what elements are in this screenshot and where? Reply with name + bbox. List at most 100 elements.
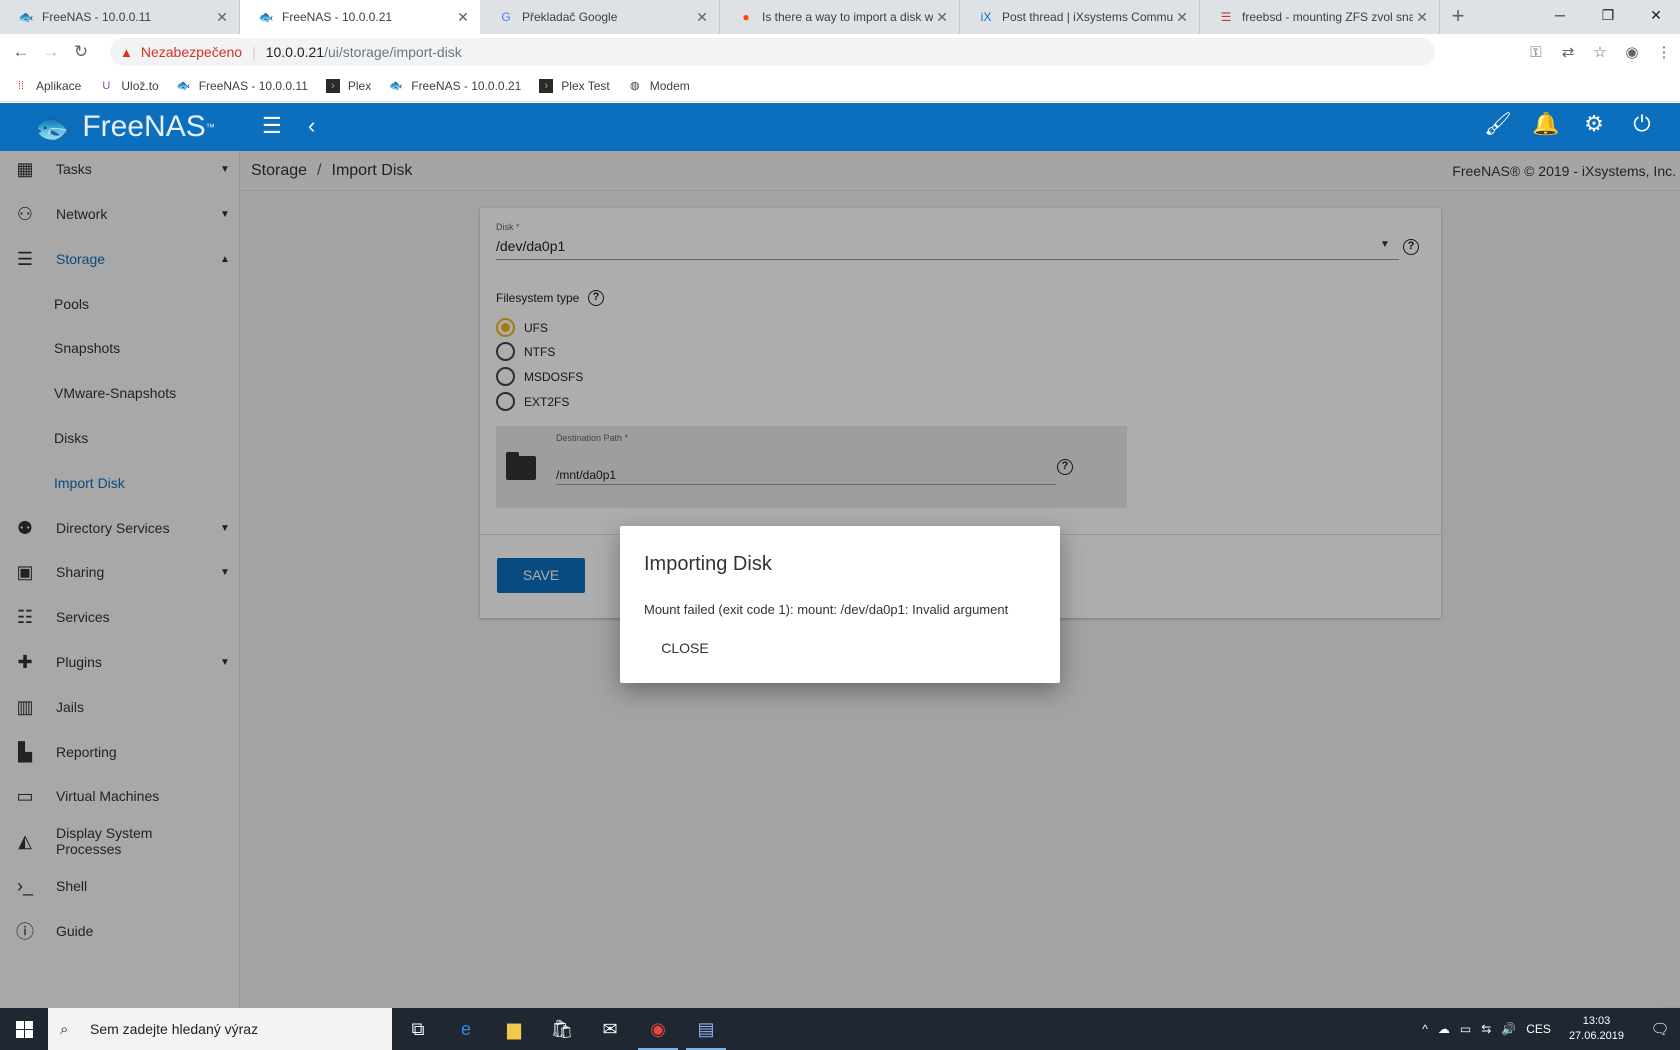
task-view-icon[interactable]: ⧉ xyxy=(394,1008,442,1050)
edge-icon[interactable]: e xyxy=(442,1008,490,1050)
close-button[interactable]: CLOSE xyxy=(644,630,726,666)
taskbar-search[interactable]: ⌕ Sem zadejte hledaný výraz xyxy=(48,1008,392,1050)
profile-icon[interactable]: ◉ xyxy=(1616,43,1648,61)
dialog-message: Mount failed (exit code 1): mount: /dev/… xyxy=(644,602,1009,617)
start-button[interactable] xyxy=(0,1008,48,1050)
freenas-app: 🐟 FreeNAS ™ ☰ ‹ 🖌 🔔 ⚙ ⏻ ▦ Tasks ▼ ⚇ Network ▼… xyxy=(0,103,1680,1008)
uloz-to-icon: U xyxy=(102,79,111,92)
power-icon[interactable]: ⏻ xyxy=(1618,111,1666,137)
freenas-fish-icon: 🐟 xyxy=(34,108,77,146)
security-label: Nezabezpečeno xyxy=(140,44,243,60)
back-arrow-icon[interactable]: ← xyxy=(6,42,36,62)
remote-desktop-icon[interactable]: ▤ xyxy=(682,1008,730,1050)
store-icon[interactable]: 🛍 xyxy=(538,1008,586,1050)
browser-tab[interactable]: ☰ freebsd - mounting ZFS zvol snap ✕ xyxy=(1200,0,1440,34)
bookmark-label: Plex xyxy=(347,78,372,93)
chevron-up-icon[interactable]: ^ xyxy=(1422,1022,1428,1036)
browser-tab[interactable]: 🐟 FreeNAS - 10.0.0.11 ✕ xyxy=(0,0,240,34)
importing-disk-dialog: Importing Disk Mount failed (exit code 1… xyxy=(620,526,1060,683)
browser-tab[interactable]: ● Is there a way to import a disk wi ✕ xyxy=(720,0,960,34)
bookmark-plex-test[interactable]: › Plex Test xyxy=(539,78,610,93)
mail-icon[interactable]: ✉ xyxy=(586,1008,634,1050)
language-indicator[interactable]: CES xyxy=(1526,1022,1551,1036)
apps-grid-icon: ⁞⁞ xyxy=(17,79,25,92)
bookmark-label: Plex Test xyxy=(561,78,610,93)
bookmark-freenas-11[interactable]: 🐟 FreeNAS - 10.0.0.11 xyxy=(177,79,308,93)
taskbar-apps: ⧉ e ▆ 🛍 ✉ ◉ ▤ xyxy=(394,1008,730,1050)
system-tray: ^ ☁ ▭ ⇆ 🔊 CES 13:03 27.06.2019 🗨 xyxy=(1422,1008,1680,1050)
onedrive-icon[interactable]: ☁ xyxy=(1438,1022,1450,1036)
stackexchange-icon: ☰ xyxy=(1220,10,1232,24)
clock[interactable]: 13:03 27.06.2019 xyxy=(1569,1014,1624,1044)
browser-tab-active[interactable]: 🐟 FreeNAS - 10.0.0.21 ✕ xyxy=(240,0,480,34)
chevron-left-icon[interactable]: ‹ xyxy=(308,113,315,139)
tab-title: FreeNAS - 10.0.0.11 xyxy=(42,10,152,24)
chrome-icon[interactable]: ◉ xyxy=(634,1008,682,1050)
close-icon[interactable]: ✕ xyxy=(693,9,711,26)
restore-icon[interactable]: ❐ xyxy=(1584,0,1632,34)
dialog-title: Importing Disk xyxy=(644,553,772,575)
close-icon[interactable]: ✕ xyxy=(1413,9,1431,26)
ixsystems-icon: iX xyxy=(980,10,992,24)
bookmark-aplikace[interactable]: ⁞⁞ Aplikace xyxy=(14,79,81,93)
volume-icon[interactable]: 🔊 xyxy=(1501,1022,1516,1036)
new-tab-button[interactable]: + xyxy=(1440,0,1476,34)
tab-title: Post thread | iXsystems Communi xyxy=(1002,10,1173,24)
bookmark-modem[interactable]: ◍ Modem xyxy=(628,79,690,93)
minimize-icon[interactable]: ─ xyxy=(1536,0,1584,34)
browser-tab[interactable]: G Překladač Google ✕ xyxy=(480,0,720,34)
close-icon[interactable]: ✕ xyxy=(213,9,231,26)
file-explorer-icon[interactable]: ▆ xyxy=(490,1008,538,1050)
bookmark-freenas-21[interactable]: 🐟 FreeNAS - 10.0.0.21 xyxy=(389,79,521,93)
url-path: /ui/storage/import-disk xyxy=(324,44,462,60)
tab-title: Překladač Google xyxy=(522,10,618,24)
battery-icon[interactable]: ▭ xyxy=(1460,1022,1471,1036)
app-topbar: 🐟 FreeNAS ™ ☰ ‹ 🖌 🔔 ⚙ ⏻ xyxy=(0,103,1680,151)
star-icon[interactable]: ☆ xyxy=(1584,43,1616,61)
reload-icon[interactable]: ↻ xyxy=(66,42,96,62)
plex-icon: › xyxy=(325,78,340,93)
browser-tab[interactable]: iX Post thread | iXsystems Communi ✕ xyxy=(960,0,1200,34)
reddit-icon: ● xyxy=(742,10,750,24)
toolbar-actions: ⚿ ⇄ ☆ ◉ ⋮ xyxy=(1520,34,1680,70)
bookmark-label: FreeNAS - 10.0.0.21 xyxy=(411,78,522,93)
close-icon[interactable]: ✕ xyxy=(1173,9,1191,26)
tab-title: Is there a way to import a disk wi xyxy=(762,10,933,24)
forward-arrow-icon[interactable]: → xyxy=(36,42,66,62)
windows-logo-icon xyxy=(15,1020,33,1038)
menu-dots-icon[interactable]: ⋮ xyxy=(1648,43,1680,61)
search-icon: ⌕ xyxy=(60,1020,69,1038)
freenas-logo[interactable]: 🐟 FreeNAS ™ xyxy=(34,107,215,147)
theme-paint-icon[interactable]: 🖌 xyxy=(1474,111,1522,137)
bookmark-ulozto[interactable]: U Ulož.to xyxy=(99,79,158,93)
gear-icon[interactable]: ⚙ xyxy=(1570,111,1618,137)
close-icon[interactable]: ✕ xyxy=(454,9,472,26)
logo-trademark: ™ xyxy=(205,122,215,132)
notification-icon[interactable]: 🗨 xyxy=(1640,1020,1680,1038)
freenas-icon: 🐟 xyxy=(389,79,404,92)
bookmarks-bar: ⁞⁞ Aplikace U Ulož.to 🐟 FreeNAS - 10.0.0.11… xyxy=(0,70,1680,102)
bookmark-label: FreeNAS - 10.0.0.11 xyxy=(198,78,308,93)
close-icon[interactable]: ✕ xyxy=(933,9,951,26)
tab-title: FreeNAS - 10.0.0.21 xyxy=(282,10,393,24)
address-bar[interactable]: ▲ Nezabezpečeno | 10.0.0.21 /ui/storage/… xyxy=(110,38,1435,66)
bell-icon[interactable]: 🔔 xyxy=(1522,111,1570,137)
bookmark-label: Aplikace xyxy=(36,78,82,93)
freenas-icon: 🐟 xyxy=(176,79,191,92)
clock-date: 27.06.2019 xyxy=(1568,1030,1624,1042)
windows-taskbar: ⌕ Sem zadejte hledaný výraz ⧉ e ▆ 🛍 ✉ ◉ … xyxy=(0,1008,1680,1050)
bookmark-label: Ulož.to xyxy=(121,78,159,93)
topbar-actions: 🖌 🔔 ⚙ ⏻ xyxy=(1474,111,1666,137)
network-tray-icon[interactable]: ⇆ xyxy=(1481,1022,1491,1036)
translate-icon[interactable]: ⇄ xyxy=(1552,43,1584,61)
globe-icon: ◍ xyxy=(629,79,640,92)
close-window-icon[interactable]: ✕ xyxy=(1632,0,1680,34)
modal-backdrop: Importing Disk Mount failed (exit code 1… xyxy=(0,151,1680,1008)
divider: | xyxy=(252,44,256,60)
tab-title: freebsd - mounting ZFS zvol snap xyxy=(1242,10,1413,24)
freenas-icon: 🐟 xyxy=(18,10,34,24)
bookmark-plex[interactable]: › Plex xyxy=(325,78,372,93)
key-icon[interactable]: ⚿ xyxy=(1520,44,1552,61)
hamburger-menu-icon[interactable]: ☰ xyxy=(262,113,282,139)
search-placeholder: Sem zadejte hledaný výraz xyxy=(90,1021,259,1037)
